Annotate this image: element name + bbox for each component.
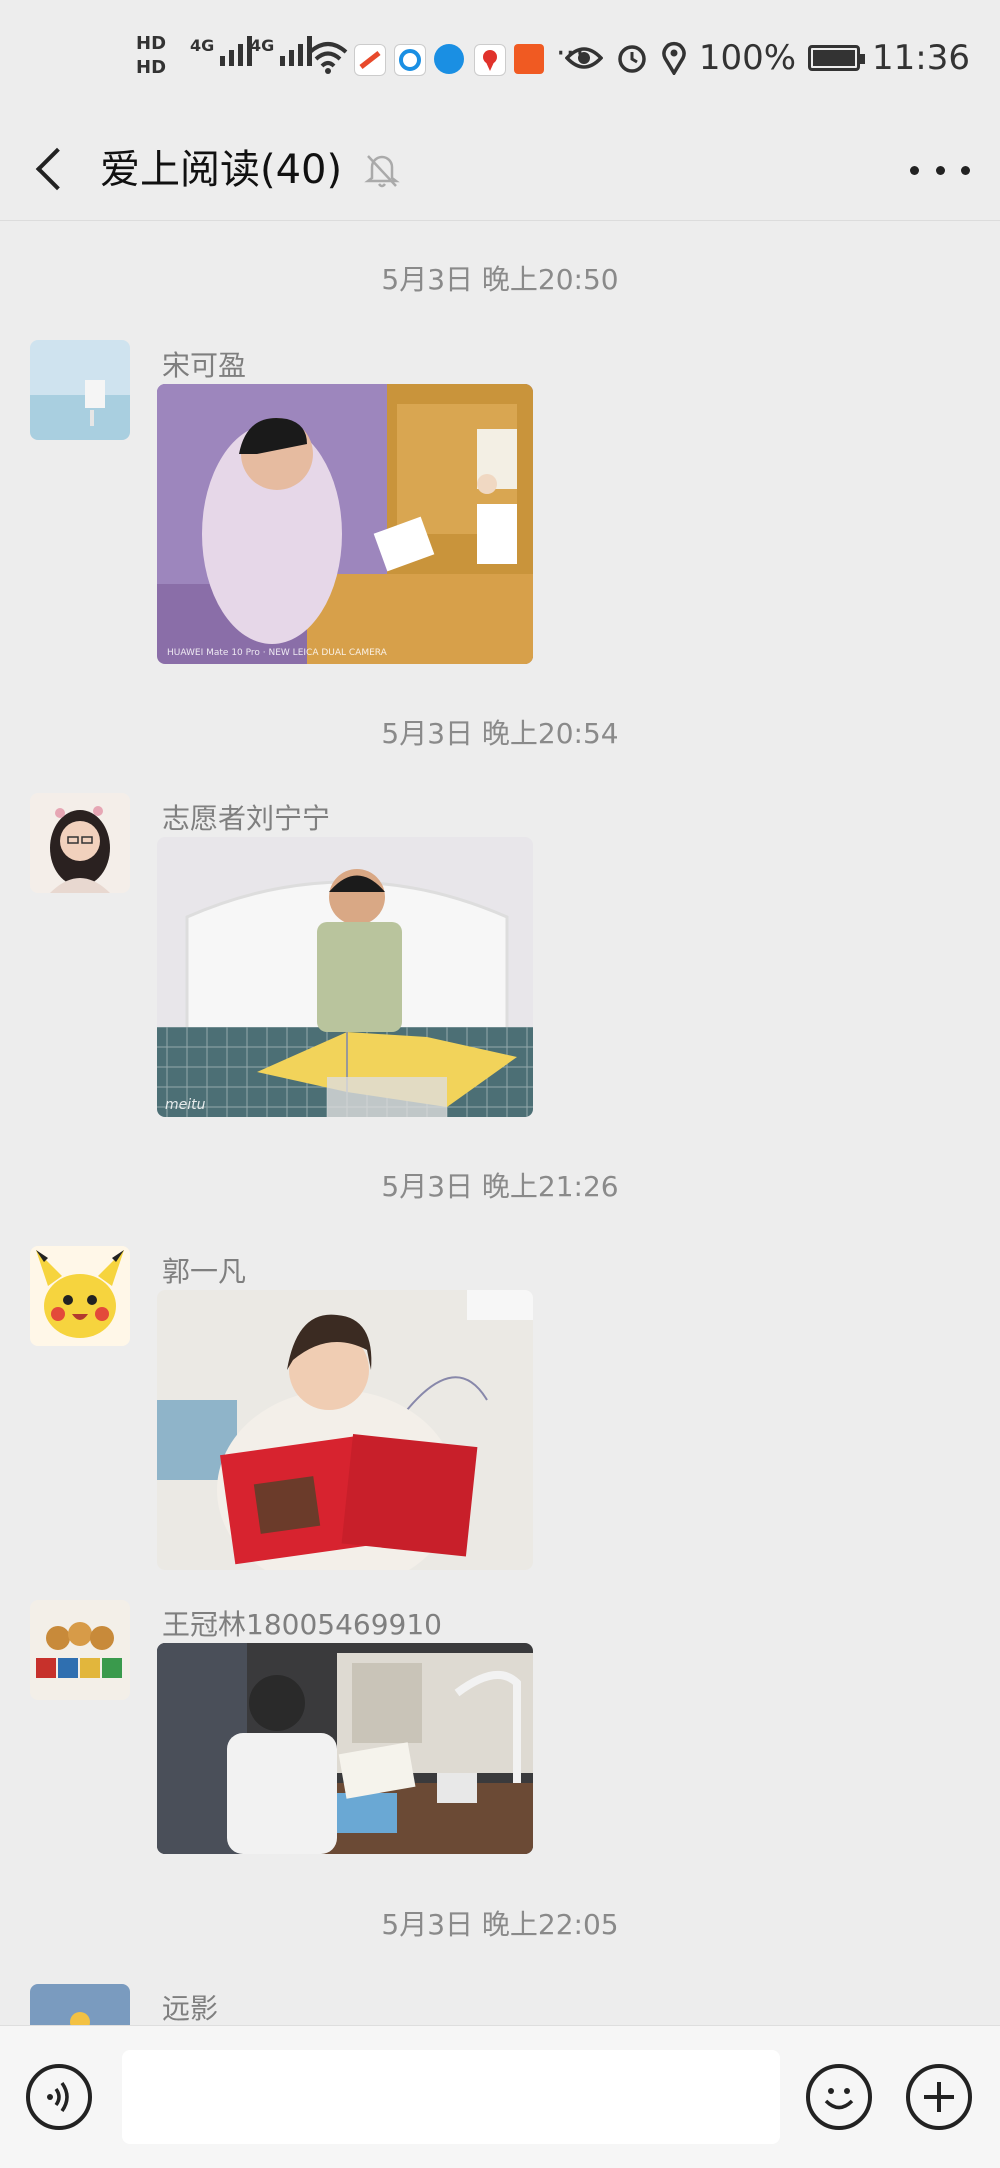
browser-notification-icon	[394, 44, 426, 76]
hd1-label: HD	[136, 33, 167, 54]
chat-title[interactable]: 爱上阅读(40)	[100, 138, 342, 202]
more-options-button[interactable]	[910, 150, 970, 190]
chat-photo[interactable]	[157, 1643, 533, 1854]
eye-icon	[564, 47, 603, 69]
signal-icon-sim2: 4G	[250, 36, 313, 66]
clock-time: 11:36	[872, 38, 970, 78]
smiley-icon	[824, 2088, 854, 2110]
globe-notification-icon	[434, 44, 464, 74]
alarm-icon	[618, 45, 646, 73]
sender-name: 宋可盈	[162, 349, 247, 382]
photo-boy-reading-desk	[157, 1643, 533, 1854]
message-timestamp: 5月3日 晚上20:54	[381, 717, 619, 750]
sim2-network-label: 4G	[250, 36, 275, 55]
photo-boy-reading-bed	[157, 837, 533, 1117]
chat-header: 爱上阅读(40)	[0, 120, 1000, 221]
voice-icon	[47, 2081, 69, 2113]
voice-input-button[interactable]	[26, 2064, 92, 2130]
chat-photo[interactable]	[157, 1290, 533, 1570]
message-timestamp: 5月3日 晚上20:50	[381, 263, 619, 296]
avatar[interactable]	[30, 793, 130, 893]
avatar[interactable]	[30, 340, 130, 440]
sender-name: 郭一凡	[162, 1255, 247, 1288]
sender-name: 王冠林18005469910	[162, 1608, 442, 1641]
photo-watermark: HUAWEI Mate 10 Pro · NEW LEICA DUAL CAME…	[167, 648, 387, 658]
photo-watermark: meitu	[165, 1097, 206, 1113]
mute-bell-icon	[364, 155, 400, 188]
photo-girl-reading-book	[157, 1290, 533, 1570]
back-arrow-icon[interactable]	[28, 144, 78, 196]
kuaishou-notification-icon	[514, 44, 544, 74]
message-timestamp: 5月3日 晚上22:05	[381, 1908, 619, 1941]
location-icon	[662, 41, 686, 75]
photo-girl-reading	[157, 384, 533, 664]
avatar[interactable]	[30, 1600, 130, 1700]
sender-name: 志愿者刘宁宁	[162, 802, 331, 835]
app-notification-icon	[354, 44, 386, 76]
chat-photo[interactable]: meitu	[157, 837, 533, 1117]
wifi-icon	[308, 42, 348, 74]
location-notification-icon	[474, 44, 506, 76]
message-input[interactable]	[122, 2050, 780, 2144]
avatar[interactable]	[30, 1984, 130, 2025]
status-right: 100% 11:36	[564, 38, 970, 78]
sim1-network-label: 4G	[190, 36, 215, 55]
status-bar: HD HD 4G 4G ··· 100% 11:36	[0, 0, 1000, 120]
sender-name: 远影	[162, 1992, 219, 2025]
chat-input-bar	[0, 2025, 1000, 2168]
hd2-label: HD	[136, 57, 167, 78]
signal-icon-sim1: 4G	[190, 36, 253, 66]
message-timestamp: 5月3日 晚上21:26	[381, 1170, 619, 1203]
emoji-button[interactable]	[806, 2064, 872, 2130]
hd-indicator: HD HD	[136, 32, 180, 80]
chat-photo[interactable]: HUAWEI Mate 10 Pro · NEW LEICA DUAL CAME…	[157, 384, 533, 664]
battery-percent: 100%	[698, 38, 797, 78]
avatar[interactable]	[30, 1246, 130, 1346]
battery-icon	[808, 45, 866, 71]
more-functions-plus-button[interactable]	[906, 2064, 972, 2130]
